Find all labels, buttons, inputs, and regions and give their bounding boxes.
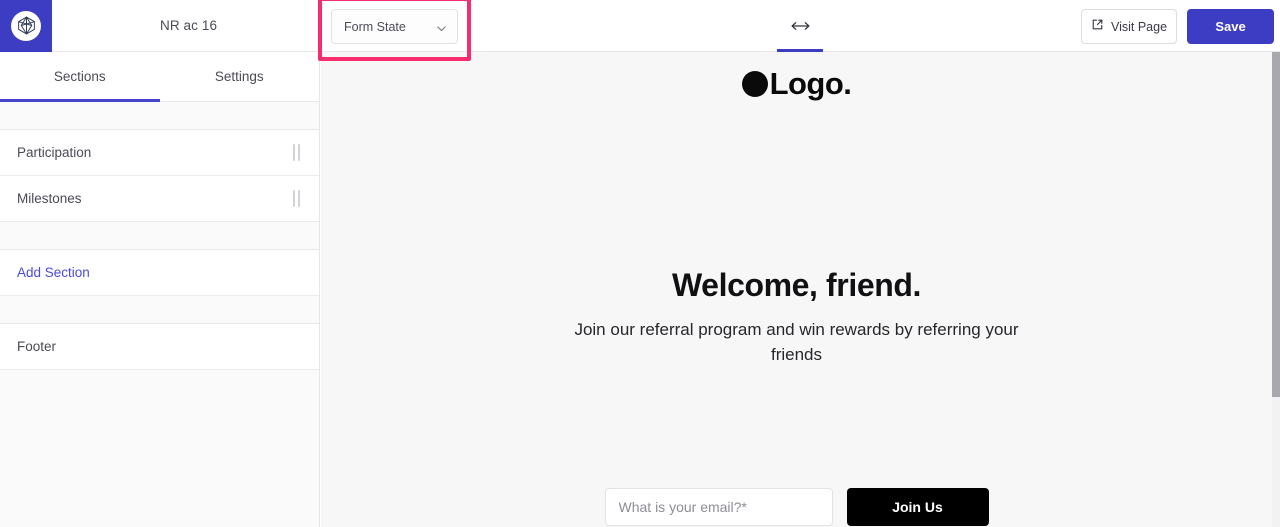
brand-logo-tile[interactable] xyxy=(0,0,52,52)
hero-block: Welcome, friend. Join our referral progr… xyxy=(321,267,1272,367)
section-label: Footer xyxy=(17,339,57,354)
device-width-toggle[interactable] xyxy=(777,0,823,52)
tab-active-underline xyxy=(0,99,160,102)
tab-settings-label: Settings xyxy=(214,69,264,84)
hero-subtitle: Join our referral program and win reward… xyxy=(574,320,1019,364)
sidebar: Sections Settings Participation Mileston… xyxy=(0,52,320,527)
sidebar-spacer-top xyxy=(0,102,319,130)
section-label: Milestones xyxy=(17,191,82,206)
preview-logo-text: Logo. xyxy=(769,66,852,101)
sidebar-item-milestones[interactable]: Milestones xyxy=(0,176,319,222)
sidebar-item-participation[interactable]: Participation xyxy=(0,130,319,176)
drag-handle-icon[interactable] xyxy=(293,190,305,207)
sidebar-tabs: Sections Settings xyxy=(0,52,319,102)
horizontal-resize-arrows-icon xyxy=(790,22,810,30)
drag-handle-icon[interactable] xyxy=(293,144,305,161)
form-state-select-value: Form State xyxy=(344,19,406,34)
form-state-select[interactable]: Form State xyxy=(331,9,458,44)
hero-title: Welcome, friend. xyxy=(671,267,922,303)
viral-loops-polyhedron-logo-icon xyxy=(11,10,41,41)
sidebar-spacer-bottom xyxy=(0,296,319,324)
add-section-row[interactable]: Add Section xyxy=(0,250,319,296)
sidebar-item-footer[interactable]: Footer xyxy=(0,324,319,370)
app-root: NR ac 16 Form State Visit Page Save Sect… xyxy=(0,0,1280,527)
save-button[interactable]: Save xyxy=(1187,9,1274,44)
tab-settings[interactable]: Settings xyxy=(159,52,319,101)
page-preview: Logo. Welcome, friend. Join our referral… xyxy=(321,52,1272,527)
black-circle-logo-mark xyxy=(741,70,768,97)
tab-sections[interactable]: Sections xyxy=(0,52,160,102)
top-bar: NR ac 16 Form State Visit Page Save xyxy=(0,0,1280,52)
visit-page-button[interactable]: Visit Page xyxy=(1081,9,1177,44)
preview-logo: Logo. xyxy=(321,68,1272,99)
signup-form: Join Us xyxy=(321,488,1272,526)
visit-page-label: Visit Page xyxy=(1110,19,1168,34)
campaign-title: NR ac 16 xyxy=(160,18,218,33)
join-us-button[interactable]: Join Us xyxy=(846,488,989,526)
add-section-link[interactable]: Add Section xyxy=(17,265,90,280)
sidebar-spacer-middle xyxy=(0,222,319,250)
preview-scrollbar-thumb[interactable] xyxy=(1272,52,1280,397)
email-input[interactable] xyxy=(604,488,833,526)
sidebar-empty-area xyxy=(0,370,319,518)
external-link-icon xyxy=(1091,18,1104,36)
section-label: Participation xyxy=(17,145,92,160)
preview-scrollbar-track[interactable] xyxy=(1272,52,1280,527)
tab-sections-label: Sections xyxy=(53,69,106,84)
chevron-down-icon xyxy=(436,21,447,32)
